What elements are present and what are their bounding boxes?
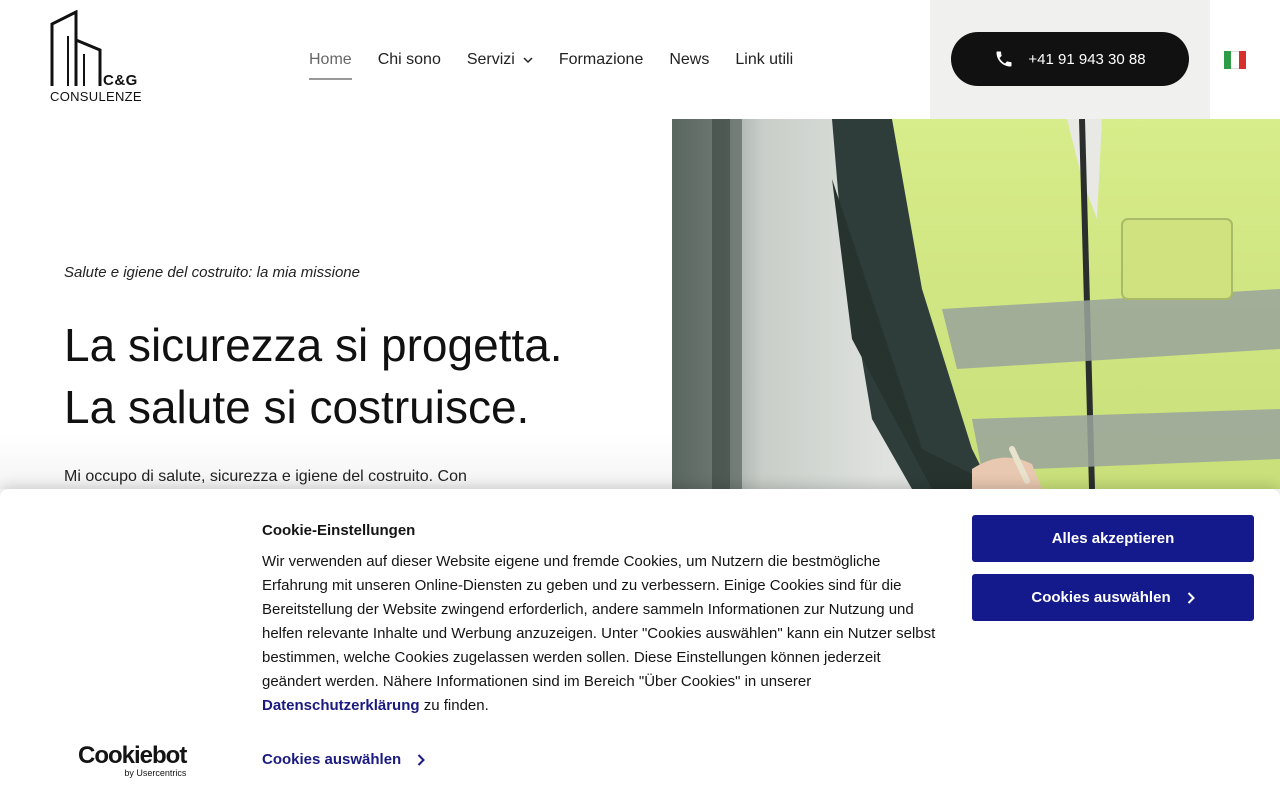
nav-item-formazione[interactable]: Formazione (559, 40, 643, 80)
cookie-details-label: Cookies auswählen (262, 751, 402, 768)
phone-icon (996, 51, 1012, 67)
nav-item-news[interactable]: News (669, 40, 709, 80)
cookie-description: Wir verwenden auf dieser Website eigene … (262, 550, 942, 718)
cookie-title: Cookie-Einstellungen (262, 522, 416, 539)
nav-item-link-utili[interactable]: Link utili (735, 40, 793, 80)
hero-intro: Mi occupo di salute, sicurezza e igiene … (64, 468, 467, 485)
cookiebot-byline: by Usercentrics (124, 768, 187, 778)
building-logo-icon (50, 10, 102, 86)
nav-item-label: Link utili (735, 50, 794, 68)
nav-item-label: Chi sono (377, 50, 441, 68)
italian-flag-icon[interactable] (1224, 51, 1246, 69)
privacy-policy-link[interactable]: Datenschutzerklärung (262, 697, 420, 714)
accept-button-label: Alles akzeptieren (1051, 530, 1175, 547)
chevron-right-icon (1187, 591, 1195, 604)
hero-photo-worker-vest (672, 119, 1280, 489)
nav-item-label: Home (309, 50, 352, 68)
nav-item-chi-sono[interactable]: Chi sono (378, 40, 441, 80)
cookie-text-end: zu finden. (419, 697, 489, 714)
site-logo[interactable]: C&G CONSULENZE (48, 10, 152, 106)
select-button-label: Cookies auswählen (1031, 589, 1171, 606)
nav-item-label: Servizi (466, 50, 515, 68)
main-navigation: Home Chi sono Servizi Formazione News Li… (309, 0, 819, 119)
cookiebot-wordmark: Cookiebot (78, 742, 187, 769)
cookie-text-main: Wir verwenden auf dieser Website eigene … (262, 553, 936, 690)
cookie-consent-banner: Cookiebot by Usercentrics Cookie-Einstel… (0, 489, 1280, 800)
flag-stripe-green (1224, 51, 1232, 69)
cookie-details-link[interactable]: Cookies auswählen (262, 751, 426, 768)
contact-panel: +41 91 943 30 88 (930, 0, 1210, 119)
nav-item-servizi[interactable]: Servizi (467, 40, 533, 80)
nav-item-label: Formazione (558, 50, 644, 68)
flag-stripe-white (1231, 51, 1239, 69)
hero-headline: La sicurezza si progetta. La salute si c… (64, 314, 563, 438)
nav-item-label: News (669, 50, 710, 68)
phone-button[interactable]: +41 91 943 30 88 (951, 32, 1189, 86)
chevron-right-icon (418, 753, 426, 766)
logo-subtitle: CONSULENZE (50, 89, 142, 104)
headline-line-2: La salute si costruisce. (64, 381, 530, 433)
cookiebot-logo[interactable]: Cookiebot by Usercentrics (78, 742, 187, 779)
chevron-down-icon (523, 56, 533, 63)
phone-number: +41 91 943 30 88 (1028, 50, 1146, 68)
hero-kicker: Salute e igiene del costruito: la mia mi… (64, 264, 360, 281)
logo-wordmark: C&G (103, 72, 138, 89)
nav-item-home[interactable]: Home (309, 40, 352, 80)
flag-stripe-red (1238, 51, 1246, 69)
accept-all-cookies-button[interactable]: Alles akzeptieren (972, 515, 1254, 562)
select-cookies-button[interactable]: Cookies auswählen (972, 574, 1254, 621)
headline-line-1: La sicurezza si progetta. (64, 319, 563, 371)
site-header: C&G CONSULENZE Home Chi sono Servizi For… (0, 0, 1280, 119)
worker-photo-illustration (672, 119, 1280, 489)
